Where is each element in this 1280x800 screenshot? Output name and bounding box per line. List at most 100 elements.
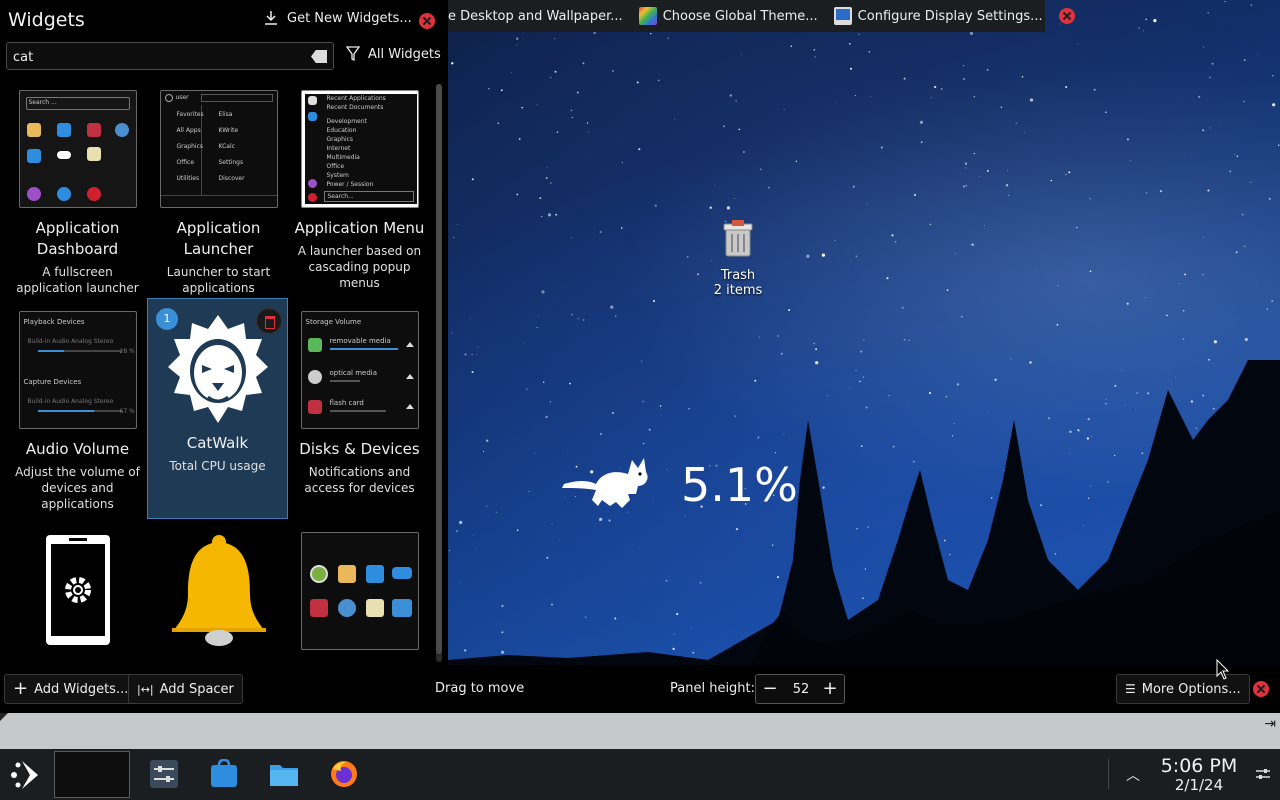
widget-icons-only-menu[interactable] (289, 532, 430, 650)
file-manager-icon[interactable] (269, 759, 299, 789)
star (538, 315, 540, 316)
star (516, 193, 519, 196)
star (1033, 270, 1035, 272)
tray-separator (1108, 759, 1109, 789)
widget-name: CatWalk (186, 434, 249, 452)
panel-configure-icon[interactable] (1255, 766, 1271, 782)
get-new-widgets-button[interactable]: Get New Widgets... (263, 10, 412, 26)
display-settings-button[interactable]: Configure Display Settings... (826, 0, 1051, 32)
star (657, 79, 660, 82)
firefox-icon[interactable] (329, 759, 359, 789)
audio-device-text: Build-in Audio Analog Stereo (27, 398, 114, 405)
star (960, 315, 963, 318)
clear-text-icon[interactable] (311, 50, 327, 63)
widget-audio-volume[interactable]: Playback Devices Build-in Audio Analog S… (7, 311, 148, 512)
cat-walking-icon (562, 458, 648, 508)
widget-application-launcher[interactable]: user Favorites All Apps Graphics Office … (148, 90, 289, 296)
launcher-row: Graphics (176, 143, 204, 150)
show-hidden-icons-button[interactable]: ︿ (1126, 765, 1140, 785)
star (979, 176, 981, 178)
add-spacer-button[interactable]: |↔| Add Spacer (128, 674, 243, 704)
widget-catwalk[interactable]: 1 CatWalk Total CPU usage (147, 298, 288, 519)
remove-widget-button[interactable] (256, 308, 282, 334)
plus-icon: + (13, 678, 29, 699)
menu-row: Office (326, 163, 345, 170)
star (880, 146, 883, 149)
exit-edit-mode-button[interactable] (1051, 0, 1083, 32)
star (650, 32, 652, 35)
star (886, 277, 889, 280)
star (571, 237, 573, 239)
star (1182, 309, 1185, 312)
taskbar-panel: ︿ 5:06 PM 2/1/24 (0, 749, 1280, 800)
star (806, 254, 810, 258)
widget-kde-connect[interactable] (7, 534, 148, 646)
widgets-explorer: Widgets Get New Widgets... All Widgets S… (0, 0, 448, 665)
widget-notifications[interactable] (148, 534, 289, 646)
ruler-left-handle[interactable] (0, 713, 8, 721)
decrease-height-button[interactable]: − (756, 675, 784, 703)
star (583, 319, 585, 321)
star (1089, 197, 1091, 200)
scrollbar-thumb[interactable] (436, 84, 442, 654)
add-widgets-button[interactable]: + Add Widgets... (4, 674, 138, 704)
discover-store-icon[interactable] (209, 759, 239, 789)
disk-item: removable media (329, 337, 391, 345)
star (850, 67, 852, 70)
widgets-scrollbar[interactable] (436, 84, 442, 662)
star (1233, 153, 1235, 155)
close-panel-editing-button[interactable] (1253, 681, 1269, 697)
star (1076, 226, 1078, 229)
star (726, 206, 731, 210)
virtual-desktop-pager[interactable] (54, 751, 130, 798)
panel-height-input[interactable] (786, 679, 816, 699)
trash-desktop-icon[interactable]: Trash 2 items (705, 218, 771, 298)
star (576, 91, 579, 94)
filter-all-widgets-button[interactable]: All Widgets (346, 46, 441, 62)
star (868, 50, 871, 53)
catwalk-desktop-widget[interactable]: 5.1% (556, 448, 798, 518)
increase-height-button[interactable]: + (816, 675, 844, 703)
clock-date[interactable]: 2/1/24 (1150, 776, 1248, 794)
star (547, 213, 552, 217)
global-theme-button[interactable]: Choose Global Theme... (631, 0, 826, 32)
star (1208, 76, 1211, 79)
star (516, 37, 519, 40)
star (946, 289, 949, 291)
launcher-app: KCalc (218, 143, 235, 150)
star (852, 185, 855, 188)
drag-to-move-handle[interactable]: Drag to move (435, 681, 524, 696)
widget-application-menu[interactable]: Recent Applications Recent Documents Dev… (289, 90, 430, 291)
widget-application-dashboard[interactable]: Search ... Application Dashboard A fulls… (7, 90, 148, 296)
star (453, 236, 455, 239)
application-launcher-icon[interactable] (8, 757, 44, 793)
launcher-user-text: user (175, 94, 189, 101)
clock-time[interactable]: 5:06 PM (1150, 755, 1248, 777)
star (790, 45, 793, 48)
star (521, 106, 523, 109)
star (1145, 18, 1147, 21)
ruler-right-handle[interactable]: ⇥ (1264, 716, 1276, 732)
star (758, 336, 760, 338)
star (969, 31, 974, 35)
star (469, 317, 471, 319)
palette-icon (638, 7, 657, 25)
system-settings-icon[interactable] (149, 759, 179, 789)
widget-disks-devices[interactable]: Storage Volume removable media optical m… (289, 311, 430, 496)
star (742, 150, 745, 154)
menu-row: Development (326, 118, 367, 125)
star (1220, 121, 1222, 123)
desktop-wallpaper-button[interactable]: e Desktop and Wallpaper... (448, 0, 631, 32)
star (667, 37, 669, 39)
close-widgets-button[interactable] (419, 13, 435, 29)
star (870, 96, 872, 98)
star (638, 148, 641, 151)
star (555, 213, 558, 216)
desktop-wallpaper-label: e Desktop and Wallpaper... (448, 8, 623, 24)
star (1243, 59, 1246, 62)
star (654, 204, 657, 207)
panel-size-ruler[interactable]: ⇥ (0, 713, 1280, 749)
widget-search-input[interactable] (13, 47, 303, 67)
instance-count-badge: 1 (156, 308, 178, 330)
star (1266, 308, 1268, 310)
